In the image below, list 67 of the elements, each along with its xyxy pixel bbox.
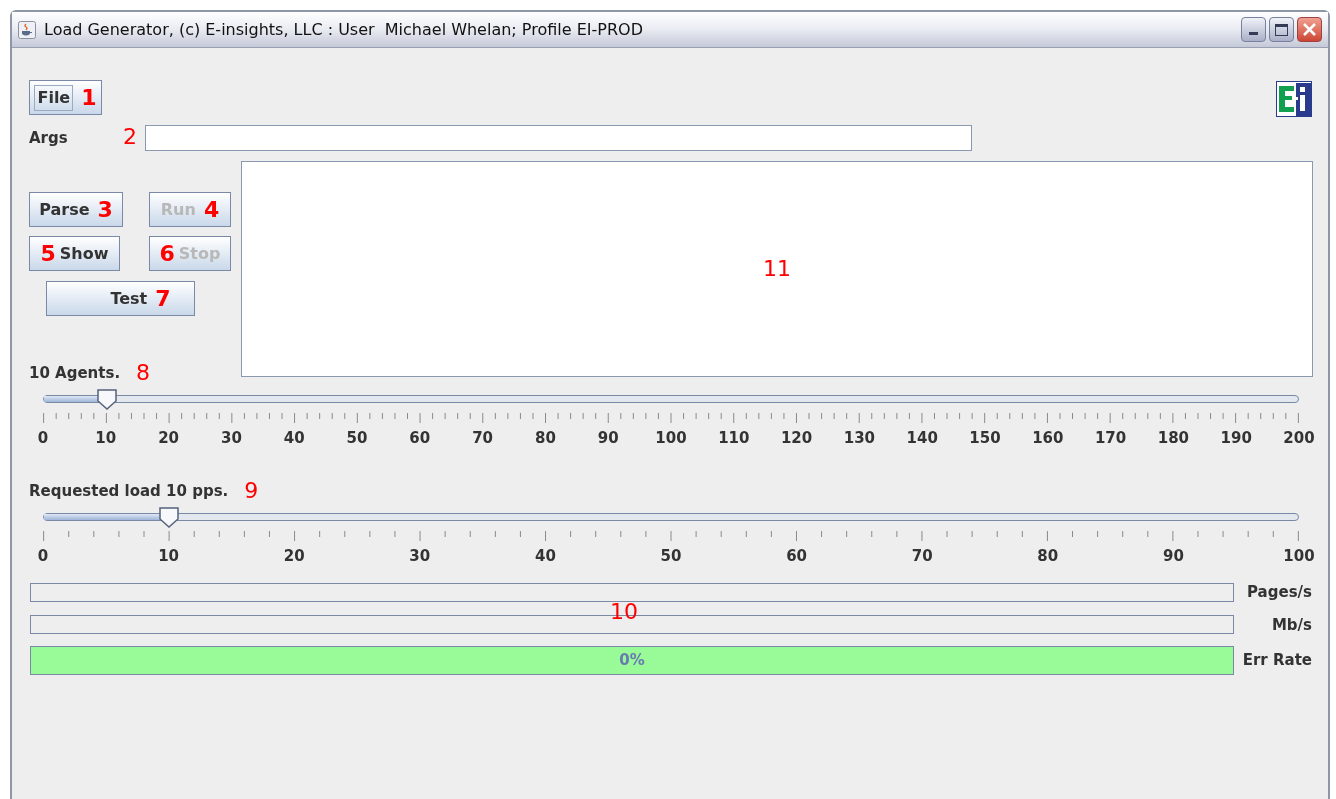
tick-label: 50 <box>346 428 368 449</box>
callout-number: 9 <box>244 480 259 502</box>
window-title: Load Generator, (c) E-insights, LLC : User Michael Whelan; Profile EI-PROD <box>44 18 644 41</box>
tick-label: 180 <box>1157 428 1190 449</box>
tick-label: 30 <box>409 546 431 567</box>
toolbar-button[interactable]: Parse 3 <box>29 192 123 227</box>
tick-label: 40 <box>534 546 556 567</box>
tick-label: 80 <box>1037 546 1059 567</box>
args-label: Args <box>29 127 69 149</box>
logo-icon <box>1276 81 1312 117</box>
callout-number: 5 <box>40 242 56 265</box>
callout-number: 1 <box>81 86 97 109</box>
tick-label: 100 <box>1283 546 1315 567</box>
tick-label: 110 <box>718 428 750 449</box>
maximize-button[interactable] <box>1269 17 1294 42</box>
tick-label: 170 <box>1094 428 1127 449</box>
tick-label: 140 <box>906 428 938 449</box>
tick-label: 50 <box>660 546 682 567</box>
tick-label: 90 <box>1162 546 1184 567</box>
meter-label: Err Rate <box>1242 650 1312 672</box>
callout-number: 8 <box>136 362 151 384</box>
tick-label: 160 <box>1032 428 1064 449</box>
slider-label: 10 Agents. <box>29 362 121 384</box>
tick-label: 100 <box>655 428 687 449</box>
slider-thumb[interactable] <box>95 388 118 410</box>
output-area[interactable]: 11 <box>241 161 1313 377</box>
callout-number: 11 <box>763 258 791 280</box>
tick-label: 10 <box>158 546 180 567</box>
tick-label: 190 <box>1220 428 1252 449</box>
close-icon <box>1303 23 1316 36</box>
close-button[interactable] <box>1297 17 1322 42</box>
tick-label: 80 <box>534 428 556 449</box>
minimize-button[interactable] <box>1241 17 1266 42</box>
tick-label: 0 <box>37 428 49 449</box>
meter-label: Mb/s <box>1271 614 1312 636</box>
maximize-icon <box>1275 23 1288 36</box>
tick-label: 90 <box>597 428 619 449</box>
args-field[interactable] <box>145 125 972 151</box>
tick-label: 120 <box>780 428 813 449</box>
callout-number: 4 <box>203 198 220 221</box>
meter-label: Pages/s <box>1247 582 1312 603</box>
tick-label: 60 <box>409 428 431 449</box>
tick-label: 10 <box>95 428 117 449</box>
tick-label: 20 <box>283 546 305 567</box>
callout-number: 2 <box>123 123 137 149</box>
toolbar-button[interactable]: Test 7 <box>46 281 195 316</box>
tick-label: 30 <box>220 428 242 449</box>
file-button[interactable]: File 1 <box>29 80 102 115</box>
tick-label: 60 <box>786 546 808 567</box>
tick-label: 150 <box>969 428 1001 449</box>
slider-label: Requested load 10 pps. <box>29 480 229 502</box>
tick-label: 70 <box>472 428 494 449</box>
tick-label: 20 <box>158 428 180 449</box>
slider-thumb[interactable] <box>158 506 181 528</box>
tick-label: 40 <box>283 428 305 449</box>
progress-reading: 0% <box>619 650 645 672</box>
tick-label: 70 <box>911 546 933 567</box>
tick-label: 0 <box>37 546 49 567</box>
minimize-icon <box>1249 32 1258 35</box>
callout-number: 6 <box>159 242 175 265</box>
toolbar-button[interactable]: 5 Show <box>29 236 120 271</box>
coffee-cup-icon <box>18 20 36 39</box>
tick-label: 130 <box>843 428 876 449</box>
callout-number: 3 <box>97 198 113 221</box>
tick-label: 200 <box>1283 428 1315 449</box>
callout-number: 7 <box>155 287 171 310</box>
callout-number: 10 <box>610 601 638 623</box>
